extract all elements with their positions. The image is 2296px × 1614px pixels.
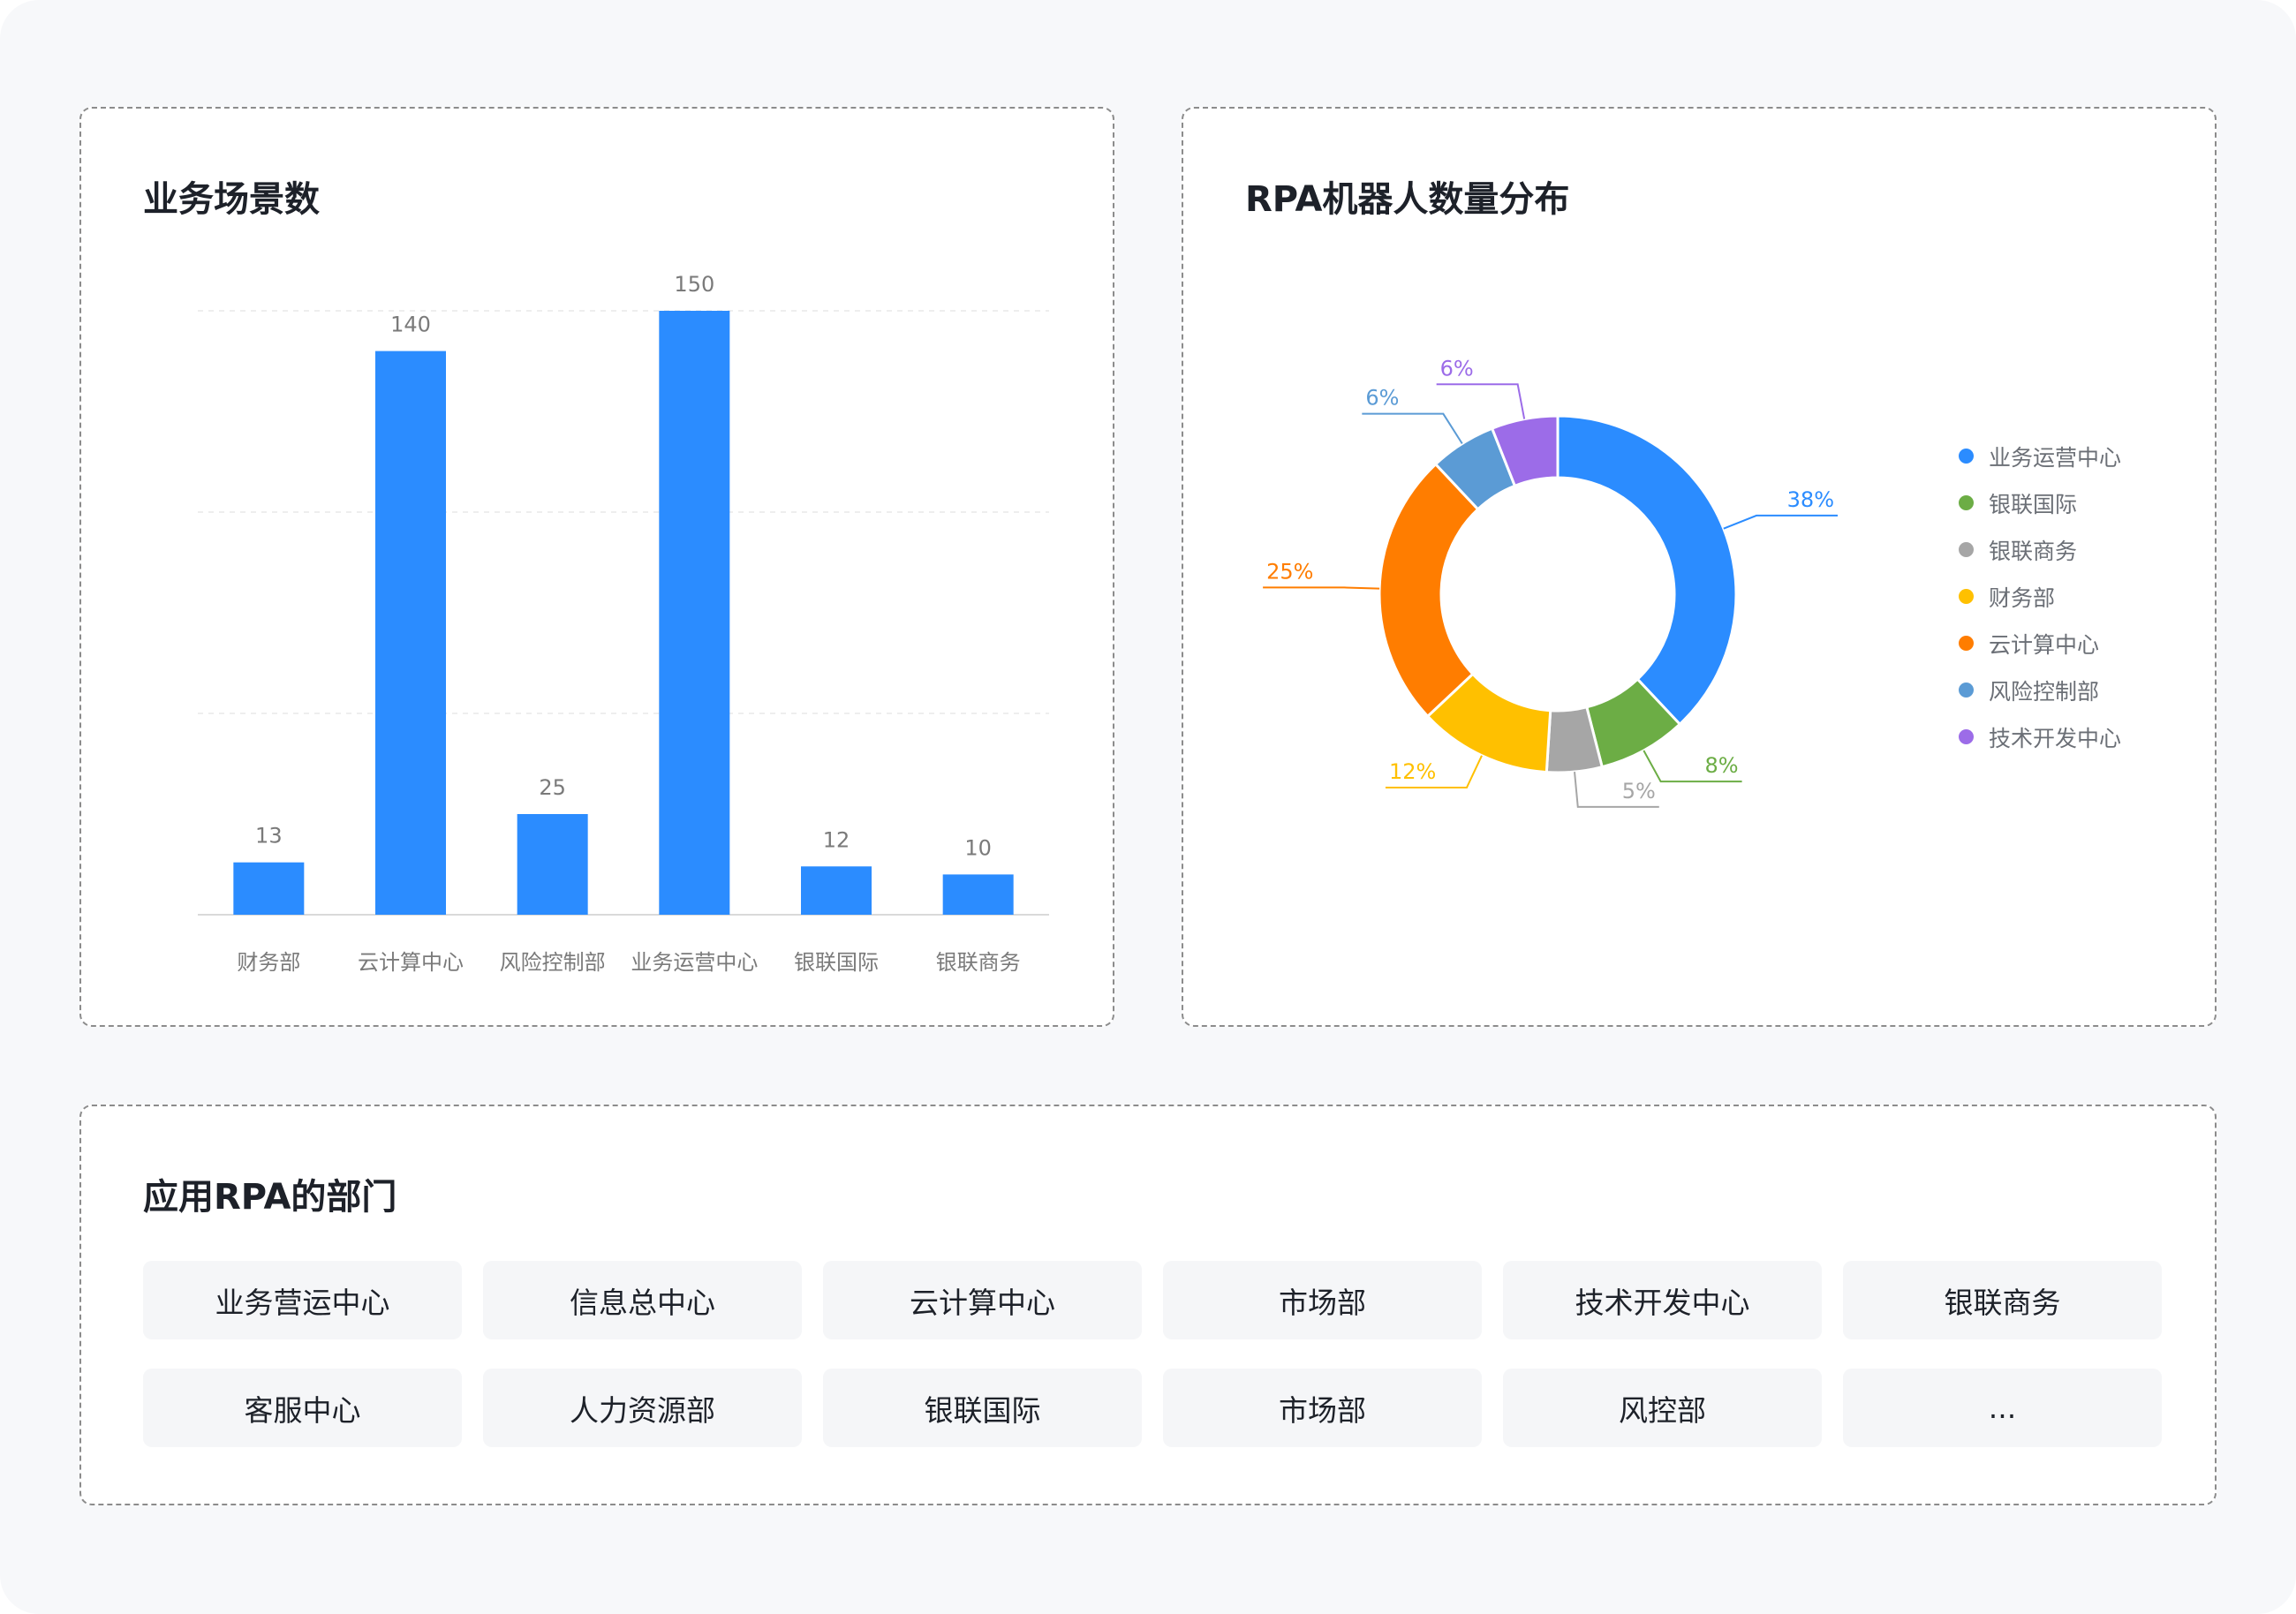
bar[interactable]	[517, 814, 588, 915]
legend-item[interactable]: 财务部	[1959, 573, 2121, 620]
legend-item[interactable]: 技术开发中心	[1959, 713, 2121, 760]
page-background: 业务场景数 13 财务部 140 云计算中心 25 风险控制部 150 业务运营中心 12 银联国…	[0, 0, 2296, 1614]
legend-item[interactable]: 银联商务	[1959, 526, 2121, 573]
legend-dot	[1959, 495, 1974, 510]
scenario-count-card: 业务场景数 13 财务部 140 云计算中心 25 风险控制部 150 业务运营中心 12 银联国…	[79, 107, 1114, 1027]
legend-label: 技术开发中心	[1989, 725, 2122, 751]
legend-dot	[1959, 589, 1974, 604]
bar[interactable]	[233, 862, 305, 915]
legend-label: 云计算中心	[1989, 631, 2100, 658]
donut-leader-line	[1723, 514, 1839, 530]
legend-item[interactable]: 风险控制部	[1959, 667, 2121, 713]
legend-dot	[1959, 449, 1974, 464]
department-grid: 业务营运中心 信息总中心 云计算中心 市场部 技术开发中心 银联商务 客服中心 …	[143, 1261, 2162, 1447]
legend-label: 银联商务	[1989, 538, 2078, 564]
legend-dot	[1959, 729, 1974, 744]
x-tick-label: 风险控制部	[500, 950, 606, 975]
department-tag[interactable]: 人力资源部	[483, 1369, 802, 1447]
department-tag[interactable]: 风控部	[1503, 1369, 1822, 1447]
bar-value-label: 25	[539, 775, 566, 800]
donut-slice[interactable]	[1556, 414, 1738, 727]
legend-item[interactable]: 银联国际	[1959, 479, 2121, 526]
department-tag[interactable]: 市场部	[1163, 1369, 1482, 1447]
bar[interactable]	[942, 874, 1014, 915]
x-tick-label: 财务部	[237, 950, 300, 975]
donut-leader-line	[1362, 412, 1463, 444]
legend-dot	[1959, 683, 1974, 698]
bar-value-label: 140	[390, 313, 431, 337]
x-tick-label: 银联商务	[936, 950, 1021, 975]
donut-value-label: 25%	[1266, 559, 1313, 584]
bar-value-label: 13	[255, 824, 283, 848]
x-tick-label: 业务运营中心	[631, 950, 758, 975]
donut-value-label: 38%	[1787, 487, 1834, 512]
scenario-count-bar-chart: 13 财务部 140 云计算中心 25 风险控制部 150 业务运营中心 12 银联国际 10 银联商…	[198, 272, 1049, 975]
rpa-departments-card: 应用RPA的部门 业务营运中心 信息总中心 云计算中心 市场部 技术开发中心 银…	[79, 1105, 2217, 1505]
donut-legend: 业务运营中心 银联国际 银联商务 财务部 云计算中心 风险控制部 技术开发中心	[1959, 433, 2121, 760]
legend-label: 风险控制部	[1989, 678, 2100, 705]
bar-value-label: 12	[823, 827, 850, 852]
donut-value-label: 8%	[1705, 753, 1739, 778]
bar-value-label: 10	[964, 835, 992, 860]
department-tag[interactable]: 业务营运中心	[143, 1261, 462, 1339]
department-more[interactable]: ...	[1843, 1369, 2162, 1447]
x-tick-label: 银联国际	[794, 950, 879, 975]
legend-label: 业务运营中心	[1989, 444, 2122, 471]
department-tag[interactable]: 市场部	[1163, 1261, 1482, 1339]
bar-value-label: 150	[674, 272, 714, 297]
donut-value-label: 12%	[1389, 759, 1436, 784]
department-tag[interactable]: 云计算中心	[823, 1261, 1142, 1339]
donut-value-label: 6%	[1440, 356, 1474, 381]
legend-dot	[1959, 636, 1974, 651]
rpa-departments-title: 应用RPA的部门	[143, 1177, 397, 1218]
donut-leader-line	[1436, 383, 1526, 419]
bar[interactable]	[659, 311, 730, 915]
x-tick-label: 云计算中心	[358, 950, 464, 975]
department-tag[interactable]: 银联国际	[823, 1369, 1142, 1447]
legend-item[interactable]: 业务运营中心	[1959, 433, 2121, 479]
legend-item[interactable]: 云计算中心	[1959, 620, 2121, 667]
donut-value-label: 5%	[1622, 779, 1656, 803]
legend-label: 银联国际	[1989, 491, 2078, 517]
rpa-robot-distribution-card: RPA机器人数量分布 38% 8% 5% 12% 25% 6% 6% 业务运营中心 银联国际…	[1182, 107, 2217, 1027]
department-tag[interactable]: 技术开发中心	[1503, 1261, 1822, 1339]
bar[interactable]	[801, 866, 872, 915]
department-tag[interactable]: 信息总中心	[483, 1261, 802, 1339]
department-tag[interactable]: 客服中心	[143, 1369, 462, 1447]
bar[interactable]	[375, 351, 446, 916]
donut-slice[interactable]	[1378, 462, 1480, 719]
donut-leader-line	[1263, 586, 1380, 590]
legend-label: 财务部	[1989, 585, 2056, 611]
legend-dot	[1959, 542, 1974, 557]
donut-value-label: 6%	[1365, 386, 1399, 411]
department-tag[interactable]: 银联商务	[1843, 1261, 2162, 1339]
